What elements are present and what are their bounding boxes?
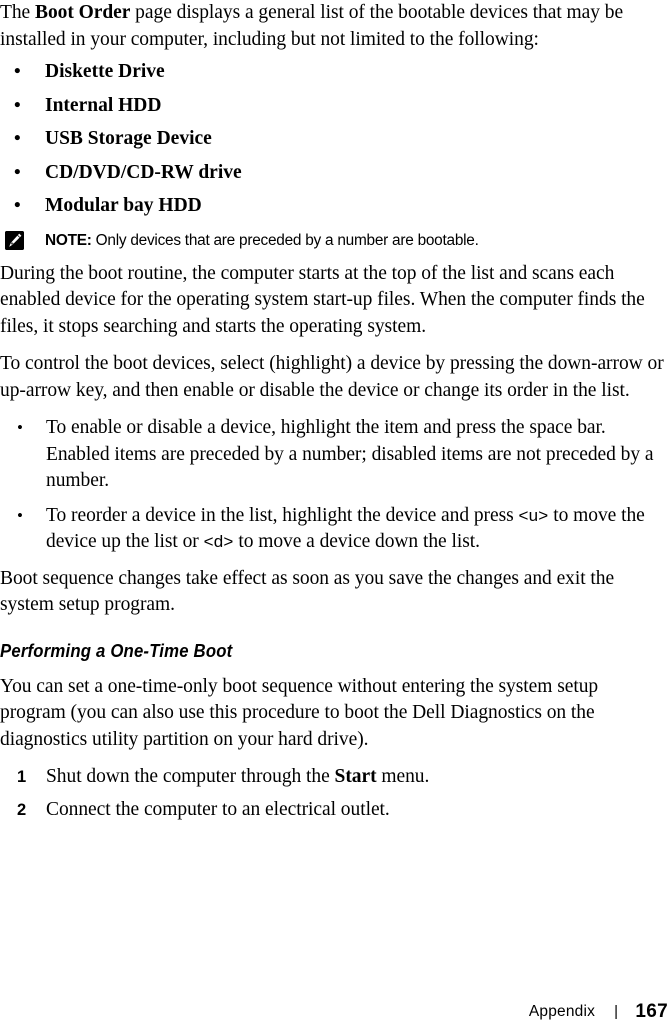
bullet-icon: • [17, 418, 23, 437]
document-page: The Boot Order page displays a general l… [0, 0, 672, 1029]
bootable-device-list: • Diskette Drive • Internal HDD • USB Stora… [0, 55, 668, 223]
bullet-icon: • [14, 161, 21, 183]
bullet-icon: • [14, 94, 21, 116]
intro-paragraph: The Boot Order page displays a general l… [0, 0, 668, 53]
list-item: • CD/DVD/CD-RW drive [0, 156, 668, 190]
bullet-icon: • [14, 61, 21, 82]
footer-chapter-name: Appendix [528, 1003, 596, 1020]
paragraph-boot-sequence: Boot sequence changes take effect as soo… [0, 567, 615, 616]
instruction-text-part3: to move a device down the list. [233, 531, 480, 552]
key-d: <d> [203, 532, 234, 551]
device-label: Diskette Drive [45, 61, 165, 82]
footer-page-number: 167 [635, 1001, 668, 1022]
instruction-bullet-list: • To enable or disable a device, highligh… [0, 415, 668, 556]
instruction-text: To enable or disable a device, highlight… [46, 417, 654, 491]
page-content: The Boot Order page displays a general l… [0, 0, 668, 829]
paragraph-one-time-boot: You can set a one-time-only boot sequenc… [0, 675, 599, 750]
step-text-suffix: menu. [376, 766, 430, 787]
step-number: 1 [17, 768, 27, 786]
instruction-text-part1: To reorder a device in the list, highlig… [46, 504, 519, 526]
start-menu-term: Start [334, 766, 377, 787]
list-item: • USB Storage Device [0, 122, 668, 156]
device-label: Internal HDD [45, 94, 162, 116]
note-text: NOTE: Only devices that are preceded by … [45, 230, 668, 251]
note-body: Only devices that are preceded by a numb… [91, 231, 479, 249]
step-text-prefix: Connect the computer to an electrical ou… [46, 798, 390, 820]
bullet-icon: • [14, 195, 21, 216]
section-subheading: Performing a One-Time Boot [0, 640, 233, 661]
device-label: USB Storage Device [45, 128, 212, 149]
numbered-procedure-list: 1 Shut down the computer through the Star… [0, 764, 668, 823]
device-label: CD/DVD/CD-RW drive [45, 161, 242, 183]
list-item: • To enable or disable a device, highligh… [0, 415, 668, 495]
footer-separator: | [614, 1002, 618, 1020]
bullet-icon: • [17, 505, 23, 525]
key-u: <u> [518, 505, 549, 525]
list-item: • Modular bay HDD [0, 189, 668, 223]
note-callout: NOTE: Only devices that are preceded by … [0, 230, 668, 252]
page-footer: Appendix | 167 [0, 999, 668, 1025]
note-pencil-icon [5, 230, 24, 250]
bullet-icon: • [14, 128, 21, 149]
list-item: • To reorder a device in the list, highli… [0, 503, 668, 556]
list-item: • Diskette Drive [0, 55, 668, 89]
paragraph-boot-routine: During the boot routine, the computer st… [0, 262, 645, 337]
list-item: 2 Connect the computer to an electrical o… [0, 797, 668, 824]
list-item: 1 Shut down the computer through the Star… [0, 764, 668, 791]
paragraph-control-devices: To control the boot devices, select (hig… [0, 353, 664, 401]
device-label: Modular bay HDD [45, 195, 202, 216]
boot-order-term: Boot Order [35, 2, 131, 23]
intro-text-prefix: The [0, 2, 35, 23]
step-text-prefix: Shut down the computer through the [46, 766, 335, 787]
note-label: NOTE: [45, 231, 92, 249]
step-number: 2 [17, 800, 27, 819]
list-item: • Internal HDD [0, 89, 668, 123]
